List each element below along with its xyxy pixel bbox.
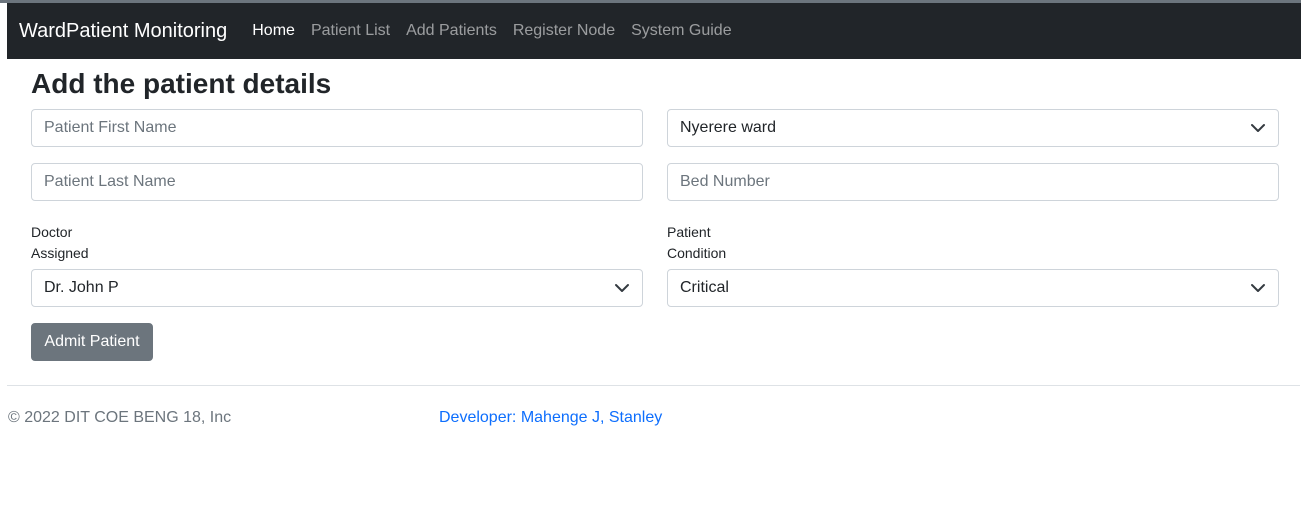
developer-link[interactable]: Developer: Mahenge J, Stanley: [439, 409, 662, 427]
nav-link-add-patients[interactable]: Add Patients: [406, 22, 497, 40]
condition-label-line1: Patient: [667, 224, 711, 240]
bed-number-input[interactable]: [667, 163, 1279, 201]
condition-select[interactable]: Critical: [667, 269, 1279, 307]
condition-label-line2: Condition: [667, 245, 727, 261]
navbar: WardPatient Monitoring Home Patient List…: [7, 3, 1301, 59]
footer-divider: [7, 385, 1300, 386]
chevron-down-icon: [1251, 124, 1265, 132]
nav-link-register-node[interactable]: Register Node: [513, 22, 615, 40]
admit-patient-button[interactable]: Admit Patient: [31, 323, 153, 361]
chevron-down-icon: [615, 284, 629, 292]
doctor-label: Doctor Assigned: [31, 222, 89, 264]
nav-link-patient-list[interactable]: Patient List: [311, 22, 390, 40]
ward-select[interactable]: Nyerere ward: [667, 109, 1279, 147]
condition-select-value: Critical: [680, 279, 729, 296]
doctor-select[interactable]: Dr. John P: [31, 269, 643, 307]
doctor-label-line1: Doctor: [31, 224, 73, 240]
page-title: Add the patient details: [31, 68, 332, 99]
condition-label: Patient Condition: [667, 222, 726, 264]
brand-title[interactable]: WardPatient Monitoring: [19, 20, 227, 43]
last-name-input[interactable]: [31, 163, 643, 201]
first-name-input[interactable]: [31, 109, 643, 147]
ward-select-value: Nyerere ward: [680, 119, 777, 136]
nav-link-system-guide[interactable]: System Guide: [631, 22, 731, 40]
copyright-text: © 2022 DIT COE BENG 18, Inc: [8, 409, 232, 426]
nav-link-home[interactable]: Home: [252, 22, 295, 40]
chevron-down-icon: [1251, 284, 1265, 292]
doctor-label-line2: Assigned: [31, 245, 89, 261]
doctor-select-value: Dr. John P: [44, 279, 119, 296]
